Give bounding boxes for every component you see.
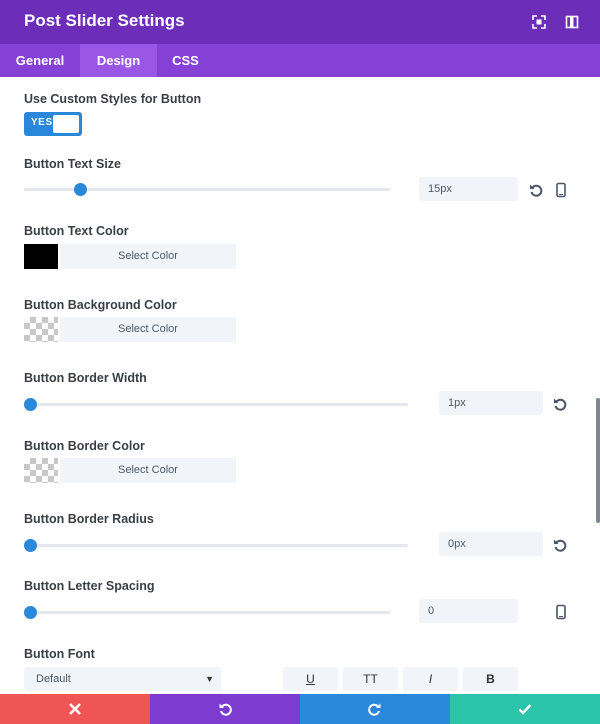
mobile-icon[interactable] bbox=[553, 604, 569, 620]
modal-header: Post Slider Settings bbox=[0, 0, 600, 44]
modal-footer bbox=[0, 694, 600, 724]
border-radius-slider-handle[interactable] bbox=[24, 539, 37, 552]
chevron-down-icon: ▼ bbox=[205, 674, 214, 684]
mobile-icon[interactable] bbox=[553, 182, 569, 198]
text-size-slider-handle[interactable] bbox=[74, 183, 87, 196]
custom-styles-toggle[interactable]: YES bbox=[24, 112, 82, 136]
border-radius-slider-track[interactable] bbox=[24, 544, 408, 547]
close-icon bbox=[69, 703, 81, 715]
save-button[interactable] bbox=[450, 694, 600, 724]
uppercase-button[interactable]: TT bbox=[343, 667, 398, 691]
scrollbar[interactable] bbox=[596, 398, 600, 523]
underline-button[interactable]: U bbox=[283, 667, 338, 691]
check-icon bbox=[518, 704, 532, 715]
tab-css[interactable]: CSS bbox=[157, 44, 214, 77]
text-color-swatch[interactable] bbox=[24, 244, 58, 269]
undo-icon bbox=[219, 703, 232, 716]
sidebar-toggle-icon[interactable] bbox=[563, 13, 581, 31]
border-radius-label: Button Border Radius bbox=[24, 512, 154, 526]
tab-general[interactable]: General bbox=[0, 44, 80, 77]
text-color-select-button[interactable]: Select Color bbox=[60, 244, 236, 269]
custom-styles-label: Use Custom Styles for Button bbox=[24, 92, 202, 106]
reset-icon[interactable] bbox=[552, 537, 568, 553]
letter-spacing-slider-track[interactable] bbox=[24, 611, 390, 614]
tab-design[interactable]: Design bbox=[80, 44, 157, 77]
redo-button[interactable] bbox=[300, 694, 450, 724]
text-color-label: Button Text Color bbox=[24, 224, 129, 238]
redo-icon bbox=[368, 703, 381, 716]
border-width-input[interactable]: 1px bbox=[439, 391, 543, 415]
letter-spacing-label: Button Letter Spacing bbox=[24, 579, 155, 593]
bg-color-select-button[interactable]: Select Color bbox=[60, 317, 236, 342]
border-radius-input[interactable]: 0px bbox=[439, 532, 543, 556]
border-color-swatch[interactable] bbox=[24, 458, 58, 483]
text-size-input[interactable]: 15px bbox=[419, 177, 518, 201]
bold-button[interactable]: B bbox=[463, 667, 518, 691]
font-select-value: Default bbox=[36, 673, 71, 685]
toggle-state-text: YES bbox=[31, 117, 53, 128]
tab-bar: General Design CSS bbox=[0, 44, 600, 77]
modal-title: Post Slider Settings bbox=[24, 11, 185, 30]
bg-color-label: Button Background Color bbox=[24, 298, 177, 312]
font-select[interactable]: Default ▼ bbox=[24, 667, 221, 691]
letter-spacing-input[interactable]: 0 bbox=[419, 599, 518, 623]
undo-button[interactable] bbox=[150, 694, 300, 724]
cancel-button[interactable] bbox=[0, 694, 150, 724]
italic-button[interactable]: I bbox=[403, 667, 458, 691]
letter-spacing-slider-handle[interactable] bbox=[24, 606, 37, 619]
border-width-slider-handle[interactable] bbox=[24, 398, 37, 411]
bg-color-swatch[interactable] bbox=[24, 317, 58, 342]
toggle-knob bbox=[53, 115, 79, 133]
border-width-slider-track[interactable] bbox=[24, 403, 408, 406]
fullscreen-icon[interactable] bbox=[530, 13, 548, 31]
reset-icon[interactable] bbox=[552, 396, 568, 412]
text-size-label: Button Text Size bbox=[24, 157, 121, 171]
border-color-select-button[interactable]: Select Color bbox=[60, 458, 236, 483]
font-label: Button Font bbox=[24, 647, 95, 661]
border-width-label: Button Border Width bbox=[24, 371, 147, 385]
reset-icon[interactable] bbox=[528, 182, 544, 198]
border-color-label: Button Border Color bbox=[24, 439, 145, 453]
